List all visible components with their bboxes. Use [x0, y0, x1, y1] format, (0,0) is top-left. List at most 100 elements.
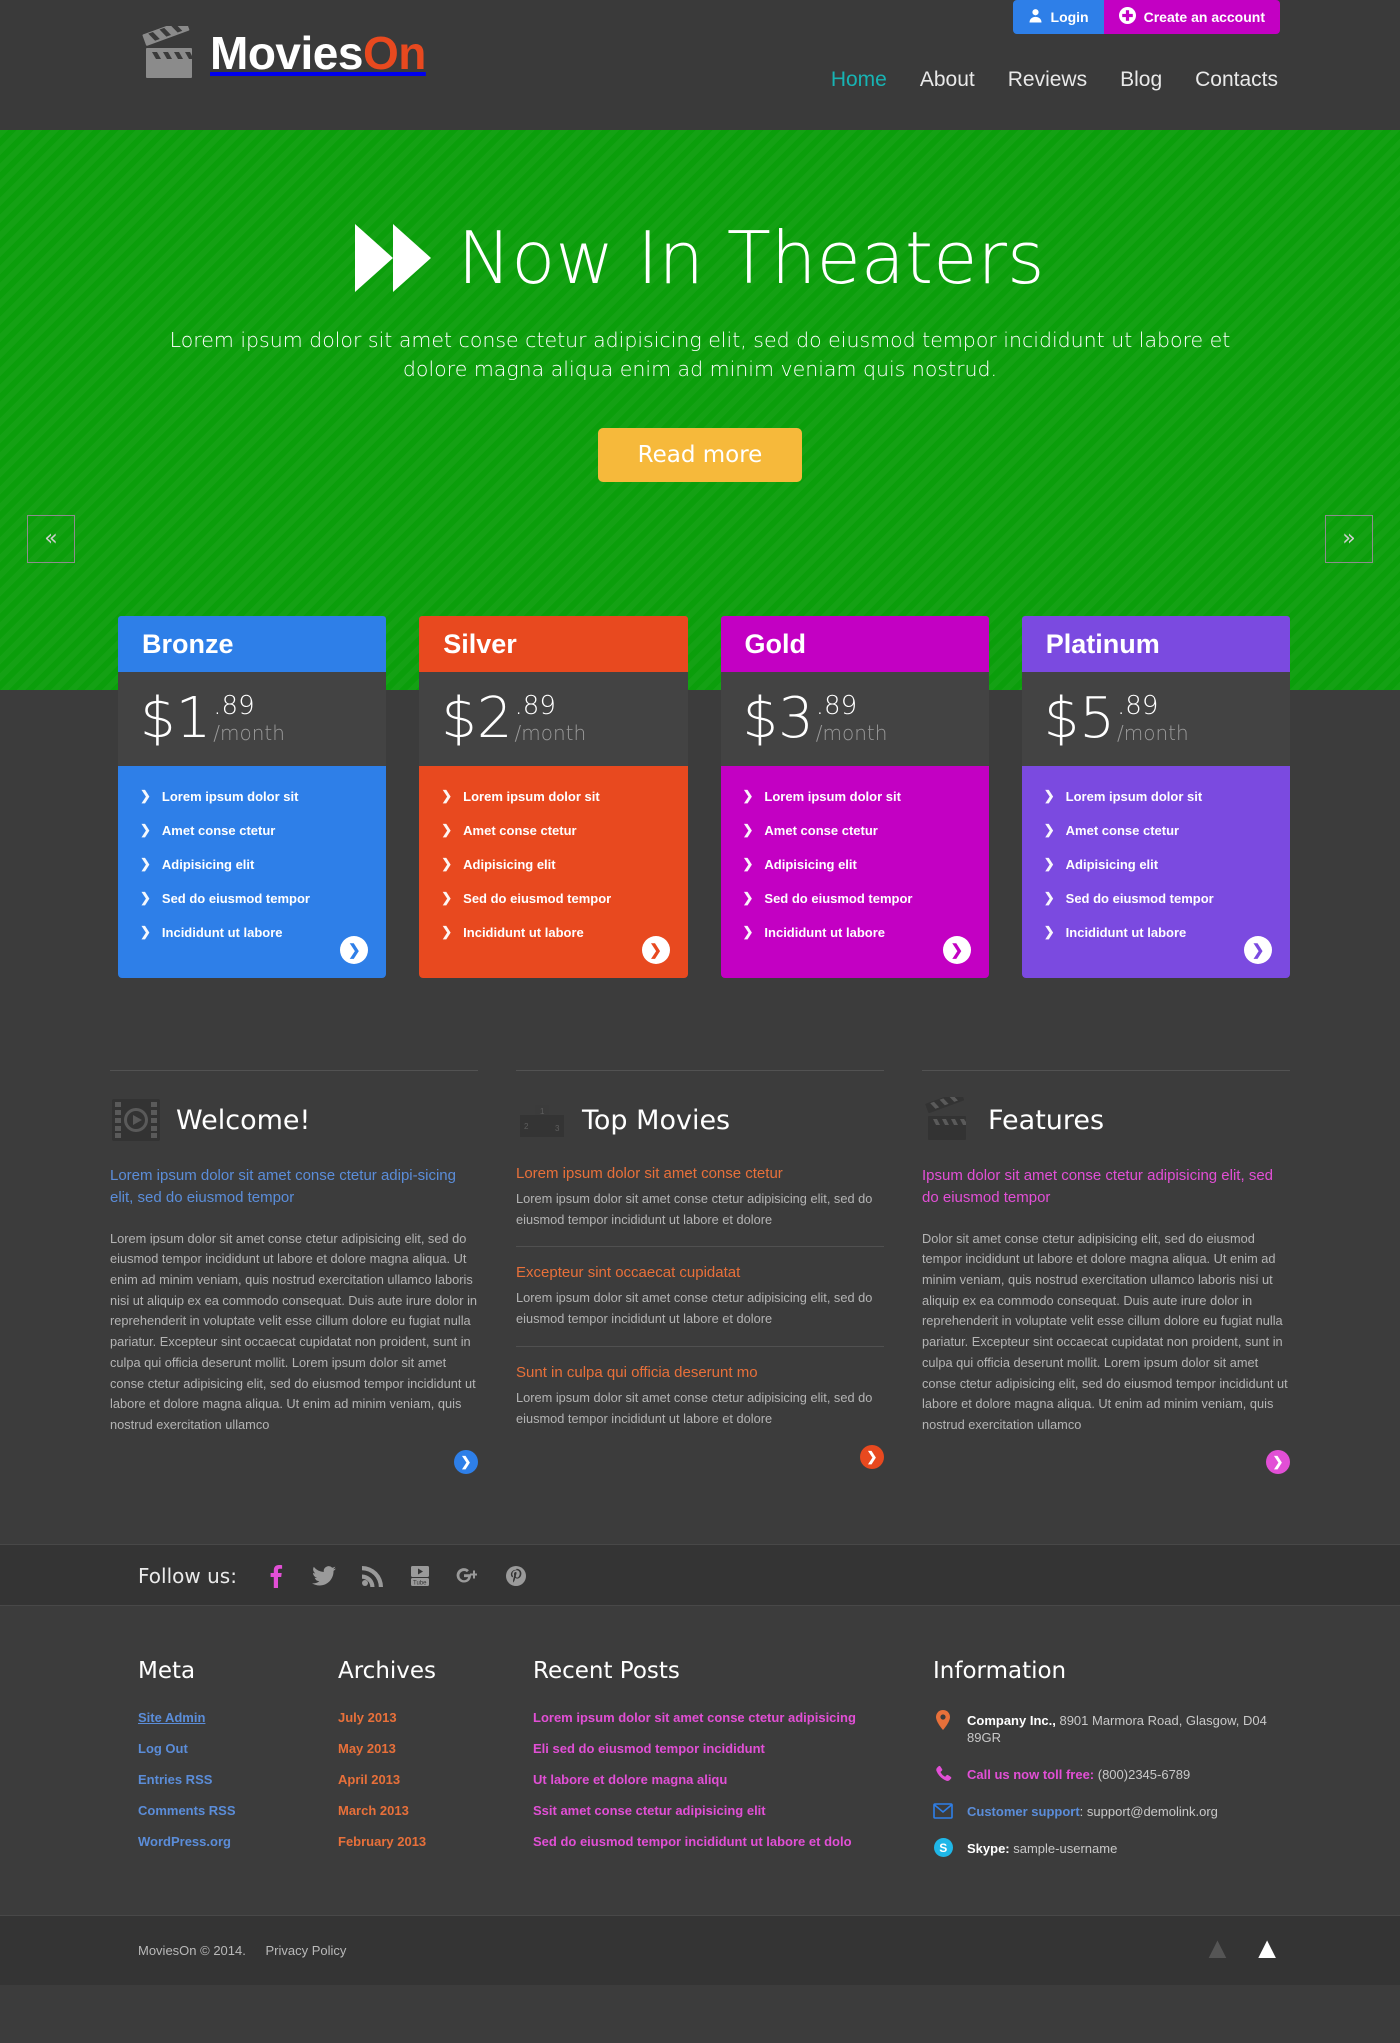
- chevron-right-icon: ❯: [1043, 924, 1055, 939]
- welcome-more-button[interactable]: ❯: [454, 1449, 478, 1474]
- chevron-right-icon: ❯: [1043, 788, 1055, 803]
- create-account-label: Create an account: [1143, 9, 1265, 25]
- meta-link[interactable]: Log Out: [138, 1741, 338, 1756]
- hero-title-row: Now In Theaters: [0, 222, 1400, 294]
- plan-price-amount: $1: [140, 686, 212, 751]
- plan-feature-label: Incididunt ut labore: [161, 924, 283, 940]
- plan-feature: ❯ Sed do eiusmod tempor: [743, 890, 967, 906]
- pinterest-icon[interactable]: [503, 1563, 529, 1589]
- plan-features: ❯ Lorem ipsum dolor sit ❯ Amet conse cte…: [1021, 766, 1290, 978]
- recent-post-link[interactable]: Lorem ipsum dolor sit amet conse ctetur …: [533, 1710, 933, 1725]
- post-title[interactable]: Lorem ipsum dolor sit amet conse ctetur: [516, 1165, 884, 1182]
- column-divider: [516, 1070, 884, 1071]
- plan-select-button[interactable]: ❯: [340, 936, 369, 964]
- pricing-plan: Platinum $5 .89 /month ❯ Lorem ipsum dol…: [1021, 616, 1290, 978]
- site-header: MoviesOn Login Create an account Home Ab…: [0, 0, 1400, 130]
- clapperboard-icon: [922, 1091, 974, 1143]
- twitter-icon[interactable]: [311, 1563, 337, 1589]
- archive-link[interactable]: July 2013: [338, 1710, 533, 1725]
- archive-link[interactable]: May 2013: [338, 1741, 533, 1756]
- rss-icon[interactable]: [359, 1563, 385, 1589]
- nav-item-home[interactable]: Home: [831, 68, 887, 92]
- chevron-up-icon[interactable]: ▲: [1203, 1933, 1233, 1964]
- plan-feature: ❯ Amet conse ctetur: [441, 822, 665, 838]
- plan-features: ❯ Lorem ipsum dolor sit ❯ Amet conse cte…: [419, 766, 688, 978]
- plan-price: $3 .89 /month: [720, 672, 989, 766]
- logo-text-accent: On: [362, 27, 426, 79]
- recent-post-link[interactable]: Eli sed do eiusmod tempor incididunt: [533, 1741, 933, 1756]
- post-text: Lorem ipsum dolor sit amet conse ctetur …: [516, 1290, 873, 1327]
- meta-link[interactable]: Site Admin: [138, 1710, 338, 1725]
- plan-select-button[interactable]: ❯: [641, 936, 670, 964]
- recent-post-link[interactable]: Ssit amet conse ctetur adipisicing elit: [533, 1803, 933, 1818]
- privacy-policy-link[interactable]: Privacy Policy: [265, 1943, 346, 1958]
- plan-feature-label: Incididunt ut labore: [764, 924, 886, 940]
- post-item: Excepteur sint occaecat cupidatat Lorem …: [516, 1246, 884, 1329]
- welcome-body: Lorem ipsum dolor sit amet conse ctetur …: [110, 1230, 478, 1432]
- nav-item-contacts[interactable]: Contacts: [1195, 68, 1278, 92]
- plan-feature-label: Incididunt ut labore: [1065, 924, 1187, 940]
- column-divider: [922, 1070, 1290, 1071]
- facebook-icon[interactable]: [263, 1563, 289, 1589]
- plan-feature: ❯ Lorem ipsum dolor sit: [1044, 788, 1268, 804]
- nav-item-blog[interactable]: Blog: [1120, 68, 1162, 92]
- envelope-icon: [933, 1801, 953, 1821]
- information-row: Call us now toll free: (800)2345-6789: [933, 1764, 1290, 1784]
- column-title-features: Features: [988, 1104, 1105, 1136]
- chevron-up-icon[interactable]: ▲: [1252, 1933, 1282, 1964]
- phone-icon: [933, 1764, 953, 1784]
- auth-buttons: Login Create an account: [1012, 0, 1280, 34]
- pricing-plan: Gold $3 .89 /month ❯ Lorem ipsum dolor s…: [720, 616, 989, 978]
- svg-text:2: 2: [524, 1122, 529, 1131]
- plan-header: Platinum: [1021, 616, 1290, 672]
- nav-item-about[interactable]: About: [920, 68, 975, 92]
- read-more-button[interactable]: Read more: [597, 428, 803, 483]
- archive-link[interactable]: March 2013: [338, 1803, 533, 1818]
- youtube-icon[interactable]: Tube: [407, 1563, 433, 1589]
- plan-features: ❯ Lorem ipsum dolor sit ❯ Amet conse cte…: [118, 766, 387, 978]
- google-plus-icon[interactable]: [455, 1563, 481, 1589]
- slider-prev-button[interactable]: «: [27, 515, 75, 563]
- map-pin-icon: [933, 1709, 953, 1730]
- column-features: Features Ipsum dolor sit amet conse ctet…: [922, 1070, 1290, 1474]
- plan-feature: ❯ Adipisicing elit: [441, 856, 665, 872]
- plan-feature-label: Sed do eiusmod tempor: [1065, 890, 1214, 906]
- post-title[interactable]: Excepteur sint occaecat cupidatat: [516, 1264, 884, 1281]
- plan-feature-label: Adipisicing elit: [463, 856, 556, 872]
- chevron-right-icon: ❯: [742, 822, 754, 837]
- plan-feature-label: Amet conse ctetur: [463, 822, 577, 838]
- plan-header: Gold: [720, 616, 989, 672]
- archive-link[interactable]: February 2013: [338, 1834, 533, 1849]
- slider-next-button[interactable]: »: [1325, 515, 1373, 563]
- login-button[interactable]: Login: [1012, 0, 1104, 34]
- create-account-button[interactable]: Create an account: [1103, 0, 1280, 34]
- hero-title: Now In Theaters: [457, 216, 1045, 300]
- clapperboard-icon: [138, 19, 202, 80]
- chevron-right-icon: ❯: [441, 924, 453, 939]
- recent-post-link[interactable]: Sed do eiusmod tempor incididunt ut labo…: [533, 1834, 933, 1849]
- information-label: Company Inc.,: [967, 1712, 1056, 1728]
- meta-link[interactable]: Comments RSS: [138, 1803, 338, 1818]
- post-item: Lorem ipsum dolor sit amet conse ctetur …: [516, 1165, 884, 1230]
- site-logo[interactable]: MoviesOn: [138, 19, 426, 80]
- footer-title-information: Information: [933, 1657, 1067, 1684]
- information-label: Skype:: [967, 1840, 1010, 1856]
- plan-select-button[interactable]: ❯: [1244, 936, 1272, 964]
- recent-post-link[interactable]: Ut labore et dolore magna aliqu: [533, 1772, 933, 1787]
- plan-feature-label: Lorem ipsum dolor sit: [1065, 788, 1203, 804]
- plan-feature-label: Amet conse ctetur: [161, 822, 276, 838]
- plan-select-button[interactable]: ❯: [942, 936, 971, 964]
- footer-title-meta: Meta: [138, 1657, 196, 1684]
- features-more-button[interactable]: ❯: [1266, 1449, 1290, 1474]
- top-movies-more-button[interactable]: ❯: [860, 1445, 884, 1470]
- information-row: Company Inc., 8901 Marmora Road, Glasgow…: [933, 1709, 1290, 1747]
- post-title[interactable]: Sunt in culpa qui officia deserunt mo: [516, 1364, 884, 1381]
- plan-feature: ❯ Incididunt ut labore: [140, 924, 364, 940]
- post-text: Lorem ipsum dolor sit amet conse ctetur …: [516, 1389, 873, 1426]
- chevron-right-icon: ❯: [140, 856, 151, 871]
- archive-link[interactable]: April 2013: [338, 1772, 533, 1787]
- meta-link[interactable]: WordPress.org: [138, 1834, 338, 1849]
- plan-name: Platinum: [1045, 628, 1160, 659]
- meta-link[interactable]: Entries RSS: [138, 1772, 338, 1787]
- nav-item-reviews[interactable]: Reviews: [1008, 68, 1087, 92]
